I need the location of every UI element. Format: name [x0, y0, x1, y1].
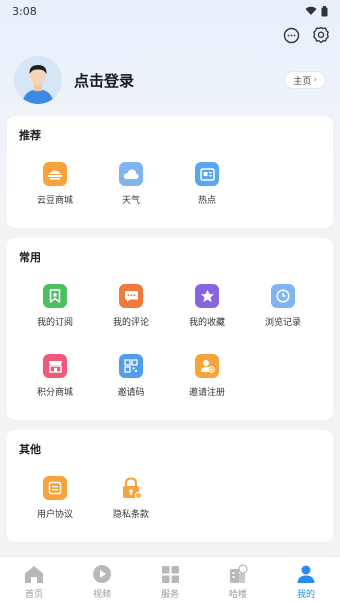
- profile-icon: [296, 564, 316, 584]
- section-common: 常用 我的订阅 我的评论 我的收藏 浏览记录 积分商城 邀请码 邀请注册: [7, 238, 333, 420]
- grid-label: 云豆商城: [36, 196, 73, 206]
- grid-label: 邀请注册: [188, 388, 225, 398]
- news-icon: [195, 162, 219, 186]
- grid-item-hot-news[interactable]: 热点: [167, 162, 247, 206]
- message-icon[interactable]: [282, 26, 300, 44]
- privacy-lock-icon: [119, 476, 143, 500]
- tab-label: 服务: [160, 590, 179, 600]
- grid-item-invite-register[interactable]: 邀请注册: [167, 354, 247, 398]
- points-store-icon: [43, 354, 67, 378]
- grid-item-privacy-terms[interactable]: 隐私条款: [91, 476, 171, 520]
- status-indicators: [305, 5, 328, 17]
- grid-label: 用户协议: [36, 510, 73, 520]
- settings-gear-icon[interactable]: [312, 26, 330, 44]
- grid-item-weather[interactable]: 天气: [91, 162, 171, 206]
- tab-label: 视频: [92, 590, 111, 600]
- home-page-button[interactable]: 主页 ›: [284, 71, 326, 89]
- section-title: 常用: [19, 251, 41, 264]
- grid-item-my-comments[interactable]: 我的评论: [91, 284, 171, 328]
- building-icon: [228, 564, 248, 584]
- tab-services[interactable]: 服务: [136, 557, 204, 604]
- services-grid-icon: [160, 564, 180, 584]
- grid-item-browse-history[interactable]: 浏览记录: [243, 284, 323, 328]
- grid-item-points-store[interactable]: 积分商城: [15, 354, 95, 398]
- home-icon: [24, 564, 44, 584]
- tab-halou[interactable]: 哈楼: [204, 557, 272, 604]
- invite-register-icon: [195, 354, 219, 378]
- wifi-icon: [305, 6, 317, 15]
- section-title: 推荐: [19, 129, 41, 142]
- section-recommend: 推荐 云豆商城 天气 热点: [7, 116, 333, 228]
- store-icon: [43, 162, 67, 186]
- grid-label: 天气: [121, 196, 140, 206]
- agreement-icon: [43, 476, 67, 500]
- grid-item-user-agreement[interactable]: 用户协议: [15, 476, 95, 520]
- avatar[interactable]: [14, 56, 62, 104]
- tab-mine[interactable]: 我的: [272, 557, 340, 604]
- grid-label: 我的评论: [112, 318, 149, 328]
- chevron-right-icon: ›: [313, 75, 317, 85]
- grid-label: 积分商城: [36, 388, 73, 398]
- tab-video[interactable]: 视频: [68, 557, 136, 604]
- video-icon: [92, 564, 112, 584]
- grid-item-my-subscriptions[interactable]: 我的订阅: [15, 284, 95, 328]
- grid-item-invite-code[interactable]: 邀请码: [91, 354, 171, 398]
- profile-header[interactable]: 点击登录 主页 ›: [14, 54, 326, 106]
- status-time: 3:08: [12, 4, 37, 18]
- tab-label: 哈楼: [228, 590, 247, 600]
- grid-label: 我的收藏: [188, 318, 225, 328]
- battery-icon: [321, 5, 328, 16]
- star-icon: [195, 284, 219, 308]
- grid-label: 浏览记录: [264, 318, 301, 328]
- grid-label: 我的订阅: [36, 318, 73, 328]
- comment-icon: [119, 284, 143, 308]
- grid-label: 隐私条款: [112, 510, 149, 520]
- qr-code-icon: [119, 354, 143, 378]
- grid-label: 热点: [197, 196, 216, 206]
- section-other: 其他 用户协议 隐私条款: [7, 430, 333, 542]
- grid-label: 邀请码: [117, 388, 145, 398]
- tab-home[interactable]: 首页: [0, 557, 68, 604]
- history-icon: [271, 284, 295, 308]
- section-title: 其他: [19, 443, 41, 456]
- top-actions: [282, 26, 330, 44]
- weather-icon: [119, 162, 143, 186]
- status-bar: 3:08: [0, 0, 340, 22]
- home-page-label: 主页: [293, 76, 312, 87]
- bottom-tab-bar: 首页 视频 服务 哈楼 我的: [0, 556, 340, 604]
- login-prompt[interactable]: 点击登录: [74, 70, 284, 91]
- subscribe-icon: [43, 284, 67, 308]
- tab-label: 首页: [24, 590, 43, 600]
- grid-item-yundou-store[interactable]: 云豆商城: [15, 162, 95, 206]
- tab-label: 我的: [296, 590, 315, 600]
- grid-item-my-favorites[interactable]: 我的收藏: [167, 284, 247, 328]
